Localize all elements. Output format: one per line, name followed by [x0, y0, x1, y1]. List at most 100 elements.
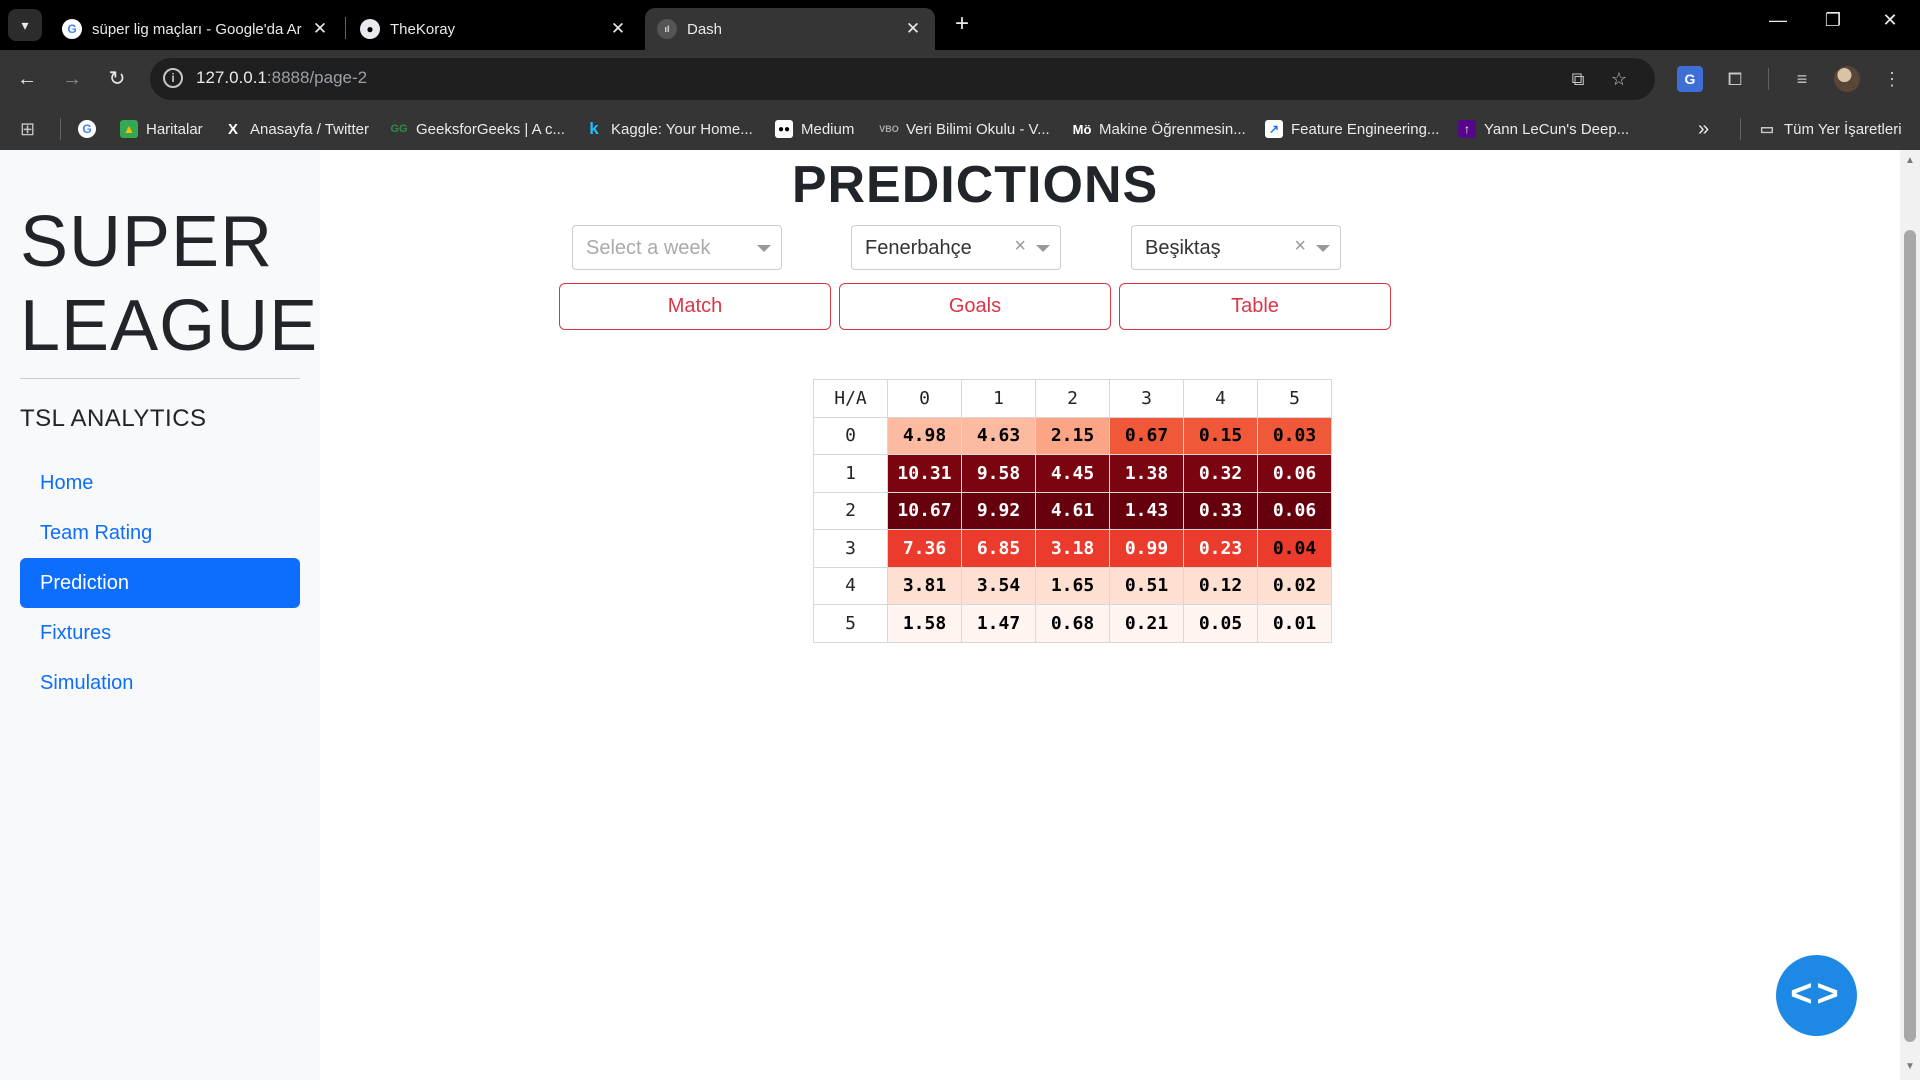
- close-tab-icon[interactable]: ✕: [310, 19, 330, 39]
- toolbar-divider: [1768, 68, 1769, 90]
- media-control-icon[interactable]: ≡: [1789, 66, 1815, 92]
- bookmark-veri-bilimi[interactable]: VBO Veri Bilimi Okulu - V...: [879, 116, 1049, 142]
- close-tab-icon[interactable]: ✕: [903, 19, 923, 39]
- table-cell: 1.47: [961, 604, 1036, 643]
- table-row: 0 4.98 4.63 2.15 0.67 0.15 0.03: [813, 416, 1332, 455]
- all-bookmarks-folder[interactable]: ▭ Tüm Yer İşaretleri: [1758, 116, 1902, 142]
- close-window-icon[interactable]: ✕: [1875, 10, 1905, 31]
- table-button[interactable]: Table: [1119, 283, 1391, 330]
- table-row-header: 4: [813, 566, 888, 605]
- profile-avatar[interactable]: [1834, 66, 1860, 92]
- apps-grid-icon[interactable]: ⊞: [20, 116, 35, 142]
- clear-selection-icon[interactable]: ×: [1014, 235, 1026, 258]
- browser-tab-dash[interactable]: ıl Dash ✕: [645, 8, 935, 50]
- url-text[interactable]: 127.0.0.1:8888/page-2: [196, 68, 367, 88]
- url-host: 127.0.0.1: [196, 68, 267, 87]
- bookmark-maps[interactable]: ▲ Haritalar: [120, 116, 203, 142]
- week-dropdown[interactable]: Select a week: [572, 225, 782, 270]
- bookmark-star-icon[interactable]: ☆: [1607, 67, 1631, 91]
- reload-icon[interactable]: ↻: [102, 64, 132, 94]
- close-tab-icon[interactable]: ✕: [608, 19, 628, 39]
- bookmark-label: Medium: [801, 120, 855, 138]
- table-col-header: 5: [1257, 379, 1332, 418]
- nav-link-simulation[interactable]: Simulation: [20, 658, 300, 708]
- table-header-row: H/A 0 1 2 3 4 5: [813, 379, 1332, 418]
- table-cell: 3.54: [961, 566, 1036, 605]
- table-col-header: 0: [887, 379, 962, 418]
- maps-icon: ▲: [120, 120, 138, 138]
- page-viewport: SUPER LEAGUE TSL ANALYTICS Home Team Rat…: [0, 150, 1920, 1080]
- more-menu-icon[interactable]: ⋮: [1879, 66, 1905, 92]
- table-cell: 0.21: [1109, 604, 1184, 643]
- home-team-dropdown[interactable]: Fenerbahçe ×: [851, 225, 1061, 270]
- tab-title: süper lig maçları - Google'da Ar: [92, 20, 302, 38]
- table-cell: 0.32: [1183, 454, 1258, 493]
- bookmark-feature-engineering[interactable]: ↗ Feature Engineering...: [1265, 116, 1439, 142]
- restore-icon[interactable]: ❐: [1818, 10, 1848, 31]
- bookmark-makine-ogrenmesi[interactable]: Mö Makine Öğrenmesin...: [1073, 116, 1246, 142]
- table-cell: 0.33: [1183, 491, 1258, 530]
- nav-link-team-rating[interactable]: Team Rating: [20, 508, 300, 558]
- browser-tab-google[interactable]: G süper lig maçları - Google'da Ar ✕: [50, 8, 342, 50]
- browser-toolbar: ← → ↻ i 127.0.0.1:8888/page-2 ⧉ ☆: [0, 50, 1920, 108]
- google-icon: G: [78, 120, 96, 138]
- table-cell: 0.06: [1257, 454, 1332, 493]
- scroll-down-arrow-icon[interactable]: ▼: [1904, 1062, 1916, 1072]
- extensions-puzzle-icon[interactable]: ⧠: [1722, 66, 1748, 92]
- table-row-header: 1: [813, 454, 888, 493]
- kaggle-icon: k: [589, 119, 599, 138]
- browser-tab-bar: ▾ G süper lig maçları - Google'da Ar ✕ ●…: [0, 0, 1920, 50]
- bookmark-google[interactable]: G: [78, 116, 104, 142]
- dropdown-arrow-icon[interactable]: [1036, 245, 1050, 252]
- page-title: PREDICTIONS: [791, 156, 1159, 214]
- scroll-up-arrow-icon[interactable]: ▲: [1904, 156, 1916, 166]
- new-tab-icon[interactable]: +: [948, 11, 976, 39]
- bookmark-kaggle[interactable]: k Kaggle: Your Home...: [585, 116, 753, 142]
- table-cell: 9.58: [961, 454, 1036, 493]
- dash-devtools-button[interactable]: <>: [1776, 955, 1857, 1036]
- gfg-icon: GG: [390, 123, 408, 135]
- nav-link-prediction[interactable]: Prediction: [20, 558, 300, 608]
- tab-divider: [345, 17, 346, 39]
- forward-icon[interactable]: →: [57, 64, 87, 94]
- minimize-icon[interactable]: —: [1763, 10, 1793, 31]
- bookmarks-bar: ⊞ G ▲ Haritalar X Anasayfa / Twitter GG Gee…: [0, 108, 1920, 150]
- table-row-header: 2: [813, 491, 888, 530]
- table-cell: 0.99: [1109, 529, 1184, 568]
- tab-search-chevron-icon[interactable]: ▾: [8, 9, 42, 41]
- bookmark-label: Kaggle: Your Home...: [611, 120, 753, 138]
- table-row: 4 3.81 3.54 1.65 0.51 0.12 0.02: [813, 566, 1332, 605]
- mo-icon: Mö: [1072, 121, 1092, 137]
- match-button[interactable]: Match: [559, 283, 831, 330]
- dash-icon: ıl: [657, 19, 677, 39]
- medium-icon: ●●: [775, 120, 793, 138]
- more-bookmarks-chevron-icon[interactable]: »: [1698, 116, 1709, 142]
- bookmarks-divider: [60, 118, 61, 140]
- back-icon[interactable]: ←: [12, 64, 42, 94]
- bookmark-label: Anasayfa / Twitter: [250, 120, 369, 138]
- site-info-icon[interactable]: i: [163, 68, 183, 88]
- bookmark-yann-lecun[interactable]: ↑ Yann LeCun's Deep...: [1458, 116, 1629, 142]
- address-bar[interactable]: i 127.0.0.1:8888/page-2 ⧉ ☆: [150, 58, 1655, 100]
- scrollbar-thumb[interactable]: [1904, 230, 1916, 1042]
- table-cell: 1.43: [1109, 491, 1184, 530]
- browser-tab-github[interactable]: ● TheKoray ✕: [348, 8, 640, 50]
- dropdown-arrow-icon[interactable]: [757, 245, 771, 252]
- away-team-dropdown[interactable]: Beşiktaş ×: [1131, 225, 1341, 270]
- sidebar-lead: TSL ANALYTICS: [20, 405, 207, 432]
- sidebar-nav: Home Team Rating Prediction Fixtures Sim…: [20, 458, 300, 708]
- goals-button[interactable]: Goals: [839, 283, 1111, 330]
- nav-link-home[interactable]: Home: [20, 458, 300, 508]
- bookmark-twitter[interactable]: X Anasayfa / Twitter: [224, 116, 369, 142]
- nav-link-fixtures[interactable]: Fixtures: [20, 608, 300, 658]
- translate-icon[interactable]: ⧉: [1566, 67, 1590, 91]
- dropdown-arrow-icon[interactable]: [1316, 245, 1330, 252]
- table-cell: 10.31: [887, 454, 962, 493]
- clear-selection-icon[interactable]: ×: [1294, 235, 1306, 258]
- bookmark-medium[interactable]: ●● Medium: [775, 116, 854, 142]
- sidebar-divider: [20, 378, 300, 379]
- main-content: PREDICTIONS Select a week Fenerbahçe × B…: [320, 150, 1900, 1080]
- bookmark-geeksforgeeks[interactable]: GG GeeksforGeeks | A c...: [390, 116, 565, 142]
- google-translate-extension-icon[interactable]: G: [1677, 66, 1703, 92]
- table-cell: 6.85: [961, 529, 1036, 568]
